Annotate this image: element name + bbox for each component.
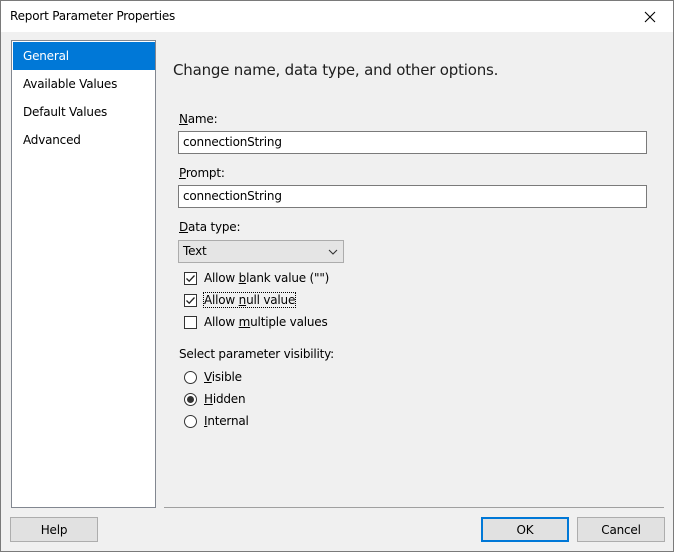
allow-null-label-post: ull value [246, 293, 296, 307]
title-bar: Report Parameter Properties [1, 1, 673, 32]
page-navigation-list: General Available Values Default Values … [11, 40, 156, 508]
allow-multiple-label-post: ultiple values [250, 315, 328, 329]
name-label: Name: [179, 112, 218, 126]
visible-radio-label: Visible [204, 370, 242, 384]
radio-selected-dot [187, 395, 194, 403]
allow-blank-checkbox[interactable] [184, 271, 197, 285]
hidden-radio-text: idden [212, 392, 246, 406]
ok-button[interactable]: OK [481, 517, 569, 542]
name-label-text: ame: [187, 112, 218, 126]
visible-radio-row[interactable]: Visible [184, 369, 242, 385]
visibility-label: Select parameter visibility: [179, 347, 335, 361]
name-field[interactable]: connectionString [178, 131, 647, 154]
prompt-field[interactable]: connectionString [178, 185, 647, 208]
allow-blank-label-pre: Allow [204, 271, 239, 285]
allow-null-label-accesskey: n [238, 293, 247, 307]
allow-null-label-pre: Allow [204, 293, 239, 307]
hidden-radio-label: Hidden [204, 392, 246, 406]
allow-blank-label-post: lank value ("") [246, 271, 330, 285]
data-type-label-text: ata type: [188, 220, 241, 234]
internal-radio-row[interactable]: Internal [184, 413, 249, 429]
data-type-dropdown[interactable]: Text [178, 240, 344, 263]
nav-item-general[interactable]: General [13, 42, 155, 70]
allow-null-checkbox[interactable] [184, 293, 197, 307]
nav-item-default-values[interactable]: Default Values [13, 98, 155, 126]
prompt-label-accesskey: P [179, 166, 186, 180]
close-icon [644, 11, 656, 22]
chevron-down-icon [328, 249, 338, 255]
window-title: Report Parameter Properties [10, 9, 176, 23]
allow-blank-label: Allow blank value ("") [204, 271, 329, 285]
allow-blank-label-accesskey: b [238, 271, 247, 285]
nav-item-available-values[interactable]: Available Values [13, 70, 155, 98]
hidden-radio[interactable] [184, 392, 197, 406]
allow-multiple-label: Allow multiple values [204, 315, 328, 329]
cancel-button[interactable]: Cancel [577, 517, 665, 542]
checkmark-icon [186, 274, 195, 282]
report-parameter-properties-dialog: Report Parameter Properties General Avai… [0, 0, 674, 552]
visible-radio-accesskey: V [204, 370, 212, 384]
internal-radio-label: Internal [204, 414, 249, 428]
prompt-label: Prompt: [179, 166, 225, 180]
internal-radio-text: nternal [207, 414, 249, 428]
help-button[interactable]: Help [10, 517, 98, 542]
data-type-selected-value: Text [183, 244, 207, 258]
allow-multiple-label-accesskey: m [238, 315, 251, 329]
nav-item-advanced[interactable]: Advanced [13, 126, 155, 154]
allow-multiple-checkbox[interactable] [184, 315, 197, 329]
hidden-radio-accesskey: H [204, 392, 213, 406]
close-button[interactable] [627, 1, 673, 32]
footer-separator [164, 507, 664, 508]
name-label-accesskey: N [179, 112, 188, 126]
internal-radio[interactable] [184, 414, 197, 428]
hidden-radio-row[interactable]: Hidden [184, 391, 246, 407]
allow-null-checkbox-row[interactable]: Allow null value [184, 292, 297, 308]
visible-radio-text: isible [211, 370, 242, 384]
checkmark-icon [186, 296, 195, 304]
allow-blank-checkbox-row[interactable]: Allow blank value ("") [184, 270, 329, 286]
data-type-label: Data type: [179, 220, 241, 234]
allow-multiple-label-pre: Allow [204, 315, 239, 329]
allow-null-label: Allow null value [202, 292, 297, 308]
allow-multiple-checkbox-row[interactable]: Allow multiple values [184, 314, 328, 330]
prompt-label-text: rompt: [185, 166, 225, 180]
data-type-label-accesskey: D [179, 220, 189, 234]
page-heading: Change name, data type, and other option… [173, 61, 499, 79]
visible-radio[interactable] [184, 370, 197, 384]
